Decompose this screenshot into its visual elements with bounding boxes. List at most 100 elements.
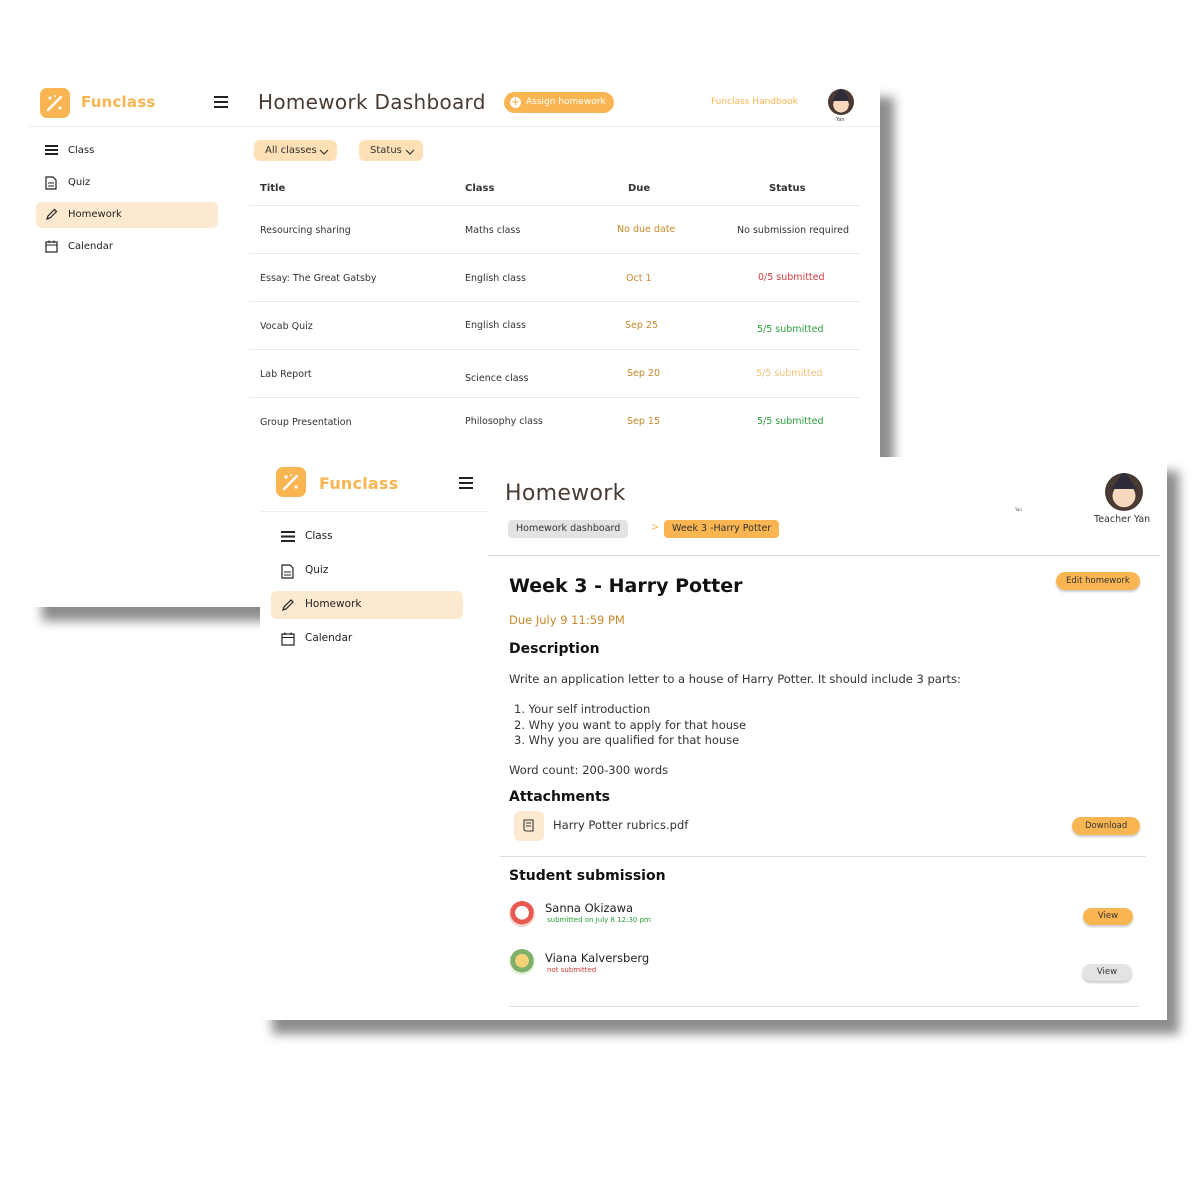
avatar-name: Yan — [836, 117, 845, 123]
small-user-name: Yan — [1015, 507, 1022, 512]
sidebar-item-class[interactable]: Class — [36, 138, 218, 164]
row-status: 5/5 submitted — [757, 416, 824, 427]
column-header-class: Class — [465, 183, 495, 194]
table-row[interactable]: Essay: The Great Gatsby English class Oc… — [249, 253, 861, 301]
sidebar-item-class[interactable]: Class — [271, 523, 463, 551]
row-class: English class — [465, 320, 526, 331]
student-avatar — [509, 901, 535, 927]
page-title: Homework Dashboard — [258, 90, 486, 114]
avatar[interactable] — [828, 89, 854, 115]
view-submission-button[interactable]: View — [1083, 908, 1133, 925]
row-due: Sep 15 — [627, 416, 661, 427]
sidebar-item-label: Calendar — [305, 632, 353, 644]
student-status: submitted on July 8 12:30 pm — [547, 916, 651, 924]
hamburger-menu-icon[interactable] — [459, 477, 473, 489]
row-class: Maths class — [465, 225, 521, 236]
row-class: Science class — [465, 373, 529, 384]
section-divider — [509, 1006, 1139, 1007]
row-status: 5/5 submitted — [757, 324, 824, 335]
plus-icon: + — [510, 97, 521, 108]
funclass-logo-icon[interactable] — [276, 467, 306, 497]
avatar-name: Teacher Yan — [1094, 514, 1151, 525]
row-class: English class — [465, 273, 526, 284]
description-text: Write an application letter to a house o… — [509, 672, 961, 686]
document-icon — [45, 176, 57, 190]
view-submission-button[interactable]: View — [1082, 964, 1132, 981]
column-header-title: Title — [260, 183, 286, 194]
table-row[interactable]: Lab Report Science class Sep 20 5/5 subm… — [249, 349, 861, 397]
menu-lines-icon — [45, 144, 58, 156]
student-name: Viana Kalversberg — [545, 951, 650, 965]
chevron-down-icon — [405, 144, 415, 165]
class-filter-label: All classes — [265, 145, 317, 156]
section-divider — [500, 856, 1146, 857]
class-filter-dropdown[interactable]: All classes — [254, 140, 337, 161]
row-status: No submission required — [737, 225, 850, 236]
calendar-icon — [281, 632, 295, 646]
row-class: Philosophy class — [465, 416, 543, 427]
sidebar-item-label: Quiz — [305, 564, 329, 576]
avatar[interactable] — [1105, 473, 1143, 511]
sidebar-item-calendar[interactable]: Calendar — [36, 234, 218, 260]
status-filter-dropdown[interactable]: Status — [359, 140, 423, 161]
homework-title: Week 3 - Harry Potter — [509, 575, 743, 597]
attachments-heading: Attachments — [509, 789, 611, 805]
description-heading: Description — [509, 641, 600, 657]
hamburger-menu-icon[interactable] — [214, 96, 228, 108]
sidebar-item-label: Homework — [68, 209, 122, 220]
edit-homework-button[interactable]: Edit homework — [1056, 572, 1140, 590]
sidebar-item-label: Quiz — [68, 177, 91, 188]
sidebar-item-quiz[interactable]: Quiz — [36, 170, 218, 196]
row-status: 0/5 submitted — [758, 272, 825, 283]
sidebar-item-quiz[interactable]: Quiz — [271, 557, 463, 585]
row-title: Group Presentation — [260, 417, 352, 428]
row-title: Vocab Quiz — [260, 321, 313, 332]
sidebar-item-homework[interactable]: Homework — [271, 591, 463, 619]
row-title: Essay: The Great Gatsby — [260, 273, 377, 284]
column-header-due: Due — [628, 183, 651, 194]
sidebar-item-calendar[interactable]: Calendar — [271, 625, 463, 653]
funclass-logo-icon[interactable] — [40, 88, 70, 118]
row-due: No due date — [617, 224, 676, 235]
row-due: Sep 20 — [627, 368, 661, 379]
download-button[interactable]: Download — [1072, 817, 1141, 835]
calendar-icon — [45, 240, 58, 253]
attachment-file-link[interactable]: Harry Potter rubrics.pdf — [553, 818, 688, 832]
sidebar-divider — [260, 511, 488, 512]
table-row[interactable]: Vocab Quiz English class Sep 25 5/5 subm… — [249, 301, 861, 349]
pencil-icon — [45, 208, 58, 221]
column-header-status: Status — [769, 183, 806, 194]
breadcrumb-current[interactable]: Week 3 -Harry Potter — [664, 520, 780, 538]
row-title: Lab Report — [260, 369, 312, 380]
assign-homework-label: Assign homework — [526, 97, 606, 107]
pencil-icon — [281, 598, 295, 612]
page-title: Homework — [505, 481, 626, 506]
witch-hat-icon — [1111, 473, 1137, 489]
sidebar-item-label: Calendar — [68, 241, 113, 252]
homework-detail-window: Funclass Class Quiz Homework Calendar Ho… — [260, 457, 1167, 1020]
sidebar-item-homework[interactable]: Homework — [36, 202, 218, 228]
sidebar-item-label: Class — [305, 530, 333, 542]
brand-name: Funclass — [319, 474, 399, 493]
assign-homework-button[interactable]: + Assign homework — [504, 92, 614, 113]
dashboard-topbar: Funclass Homework Dashboard + Assign hom… — [28, 83, 880, 127]
table-row[interactable]: Group Presentation Philosophy class Sep … — [249, 397, 861, 445]
word-count: Word count: 200-300 words — [509, 763, 669, 777]
student-name: Sanna Okizawa — [545, 901, 634, 915]
row-due: Sep 25 — [625, 320, 659, 331]
header-divider — [488, 555, 1160, 556]
row-title: Resourcing sharing — [260, 225, 351, 236]
status-filter-label: Status — [370, 145, 402, 156]
menu-lines-icon — [281, 530, 295, 543]
description-part: 3. Why you are qualified for that house — [514, 733, 740, 747]
chevron-down-icon — [319, 144, 329, 165]
table-row[interactable]: Resourcing sharing Maths class No due da… — [249, 205, 861, 253]
breadcrumb-homework-dashboard[interactable]: Homework dashboard — [508, 520, 629, 538]
sidebar-item-label: Homework — [305, 598, 362, 610]
funclass-handbook-link[interactable]: Funclass Handbook — [711, 97, 798, 107]
student-status: not submitted — [547, 966, 597, 974]
witch-hat-icon — [832, 89, 850, 101]
chevron-right-icon: > — [651, 522, 660, 533]
row-status: 5/5 submitted — [756, 368, 823, 379]
document-icon — [281, 564, 294, 579]
